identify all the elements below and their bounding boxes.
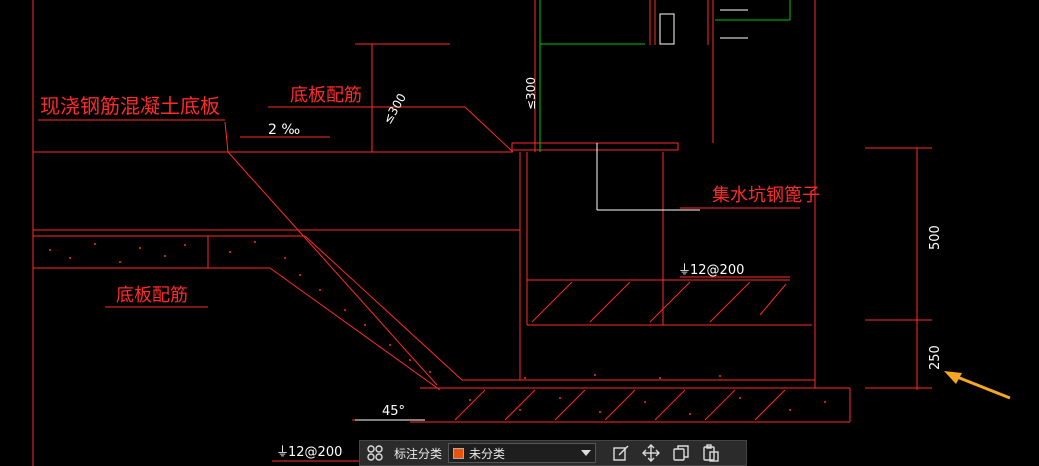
label-slab-rebar-left: 底板配筋 [116, 285, 188, 306]
rebar-spec-2: 12@200 [288, 445, 342, 460]
copy-icon[interactable] [670, 442, 692, 464]
rebar-spec-1: 12@200 [690, 263, 744, 278]
cad-drawing-canvas[interactable]: 现浇钢筋混凝土底板 底板配筋 底板配筋 集水坑钢篦子 2 ‰ ≤300 ≤300… [0, 0, 1039, 466]
label-cast-in-place-slab: 现浇钢筋混凝土底板 [40, 94, 220, 118]
label-sump-grate: 集水坑钢篦子 [712, 185, 820, 206]
grid-icon[interactable] [364, 442, 386, 464]
white-detail-lines [355, 9, 748, 421]
category-label: 标注分类 [394, 446, 443, 461]
label-slab-rebar-top: 底板配筋 [290, 85, 362, 106]
dim-500: 500 [928, 225, 943, 250]
dim-300-b: ≤300 [380, 91, 409, 127]
annotation-arrow-icon [944, 371, 1011, 400]
paste-icon[interactable] [700, 442, 722, 464]
pit-hatch [454, 281, 787, 421]
green-guide-lines [539, 0, 791, 152]
category-select[interactable]: 未分类 [448, 443, 597, 463]
structure-lines [32, 0, 932, 466]
dim-300-a: ≤300 [524, 77, 538, 110]
chevron-down-icon [581, 450, 592, 456]
edit-icon[interactable] [610, 442, 632, 464]
annotation-toolbar: 标注分类 未分类 [359, 440, 747, 466]
angle-label: 45° [382, 404, 405, 419]
dim-250: 250 [928, 345, 943, 370]
category-value: 未分类 [469, 446, 506, 461]
label-slope: 2 ‰ [268, 122, 300, 138]
category-color-swatch [453, 447, 465, 459]
move-icon[interactable] [640, 442, 662, 464]
